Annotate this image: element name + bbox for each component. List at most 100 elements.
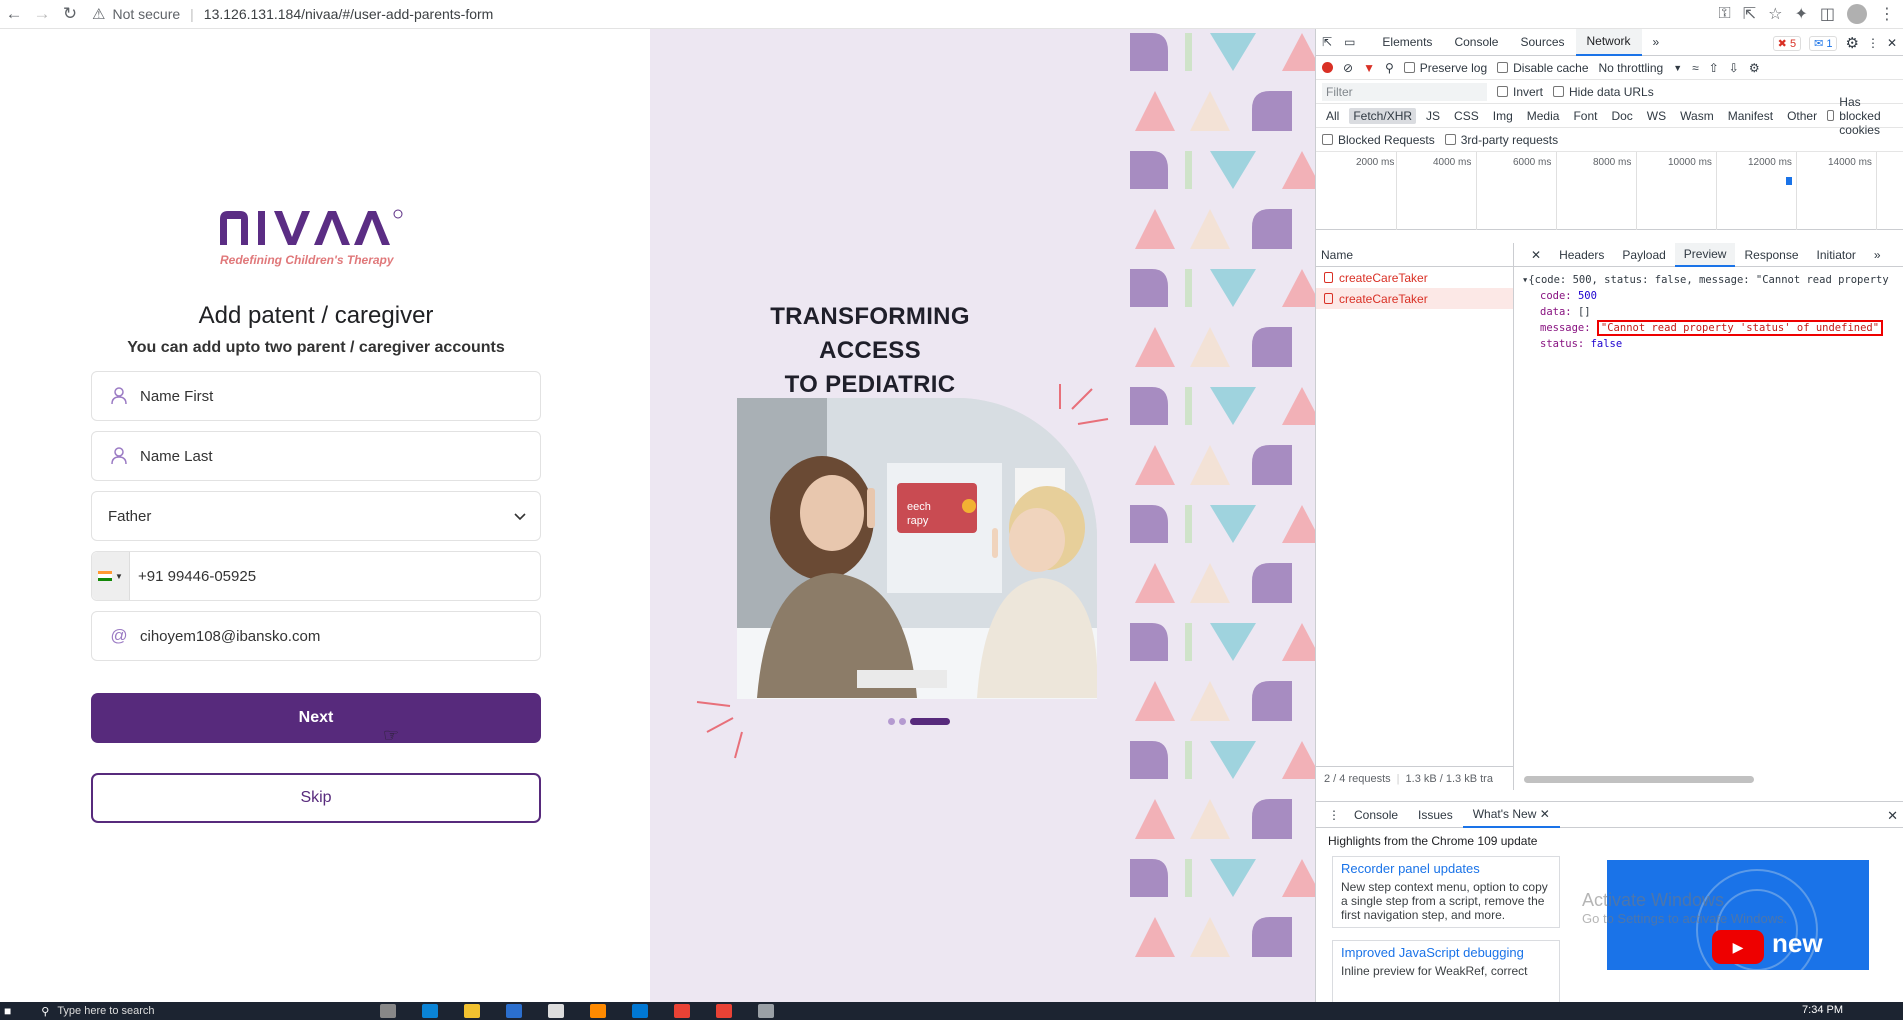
blocked-cookies-checkbox[interactable]: Has blocked cookies: [1827, 95, 1903, 137]
carousel-dot[interactable]: [899, 718, 906, 725]
invert-checkbox[interactable]: Invert: [1497, 85, 1543, 99]
import-icon[interactable]: ⇧: [1709, 61, 1719, 75]
error-count-badge[interactable]: ✖ 5: [1772, 35, 1802, 51]
type-manifest[interactable]: Manifest: [1724, 108, 1777, 124]
tab-headers[interactable]: Headers: [1550, 243, 1613, 267]
country-code-select[interactable]: ▼: [92, 552, 130, 600]
close-drawer-icon[interactable]: ✕: [1887, 808, 1898, 824]
skip-button[interactable]: Skip: [91, 773, 541, 823]
card-title[interactable]: Recorder panel updates: [1341, 862, 1551, 876]
type-css[interactable]: CSS: [1450, 108, 1483, 124]
app-icon-2[interactable]: [758, 1004, 774, 1018]
mail-icon[interactable]: [632, 1004, 648, 1018]
horizontal-scrollbar[interactable]: [1514, 772, 1903, 786]
filter-input[interactable]: Filter: [1322, 82, 1487, 101]
drawer-tab-console[interactable]: Console: [1344, 802, 1408, 828]
extensions-icon[interactable]: ✦: [1794, 4, 1807, 24]
type-all[interactable]: All: [1322, 108, 1343, 124]
third-party-checkbox[interactable]: 3rd-party requests: [1444, 133, 1558, 147]
throttling-select[interactable]: No throttling: [1599, 61, 1664, 75]
type-img[interactable]: Img: [1489, 108, 1517, 124]
phone-input[interactable]: +91 99446-05925: [138, 568, 540, 585]
menu-icon[interactable]: ⋮: [1879, 4, 1895, 24]
profile-avatar[interactable]: [1847, 4, 1867, 24]
more-detail-tabs-icon[interactable]: »: [1865, 243, 1890, 267]
feature-card-recorder[interactable]: Recorder panel updates New step context …: [1332, 856, 1560, 928]
clock[interactable]: 7:34 PM: [1802, 1004, 1843, 1016]
address-bar[interactable]: ⚠ Not secure | 13.126.131.184/nivaa/#/us…: [92, 3, 493, 25]
more-tabs-icon[interactable]: »: [1642, 29, 1671, 56]
task-view-icon[interactable]: [380, 1004, 396, 1018]
card-title[interactable]: Improved JavaScript debugging: [1341, 946, 1551, 960]
last-name-input[interactable]: Name Last: [140, 448, 540, 465]
settings-gear-icon[interactable]: ⚙: [1845, 34, 1858, 52]
message-count-badge[interactable]: ✉ 1: [1809, 35, 1838, 51]
type-ws[interactable]: WS: [1643, 108, 1670, 124]
forward-icon[interactable]: →: [28, 0, 56, 28]
type-media[interactable]: Media: [1523, 108, 1564, 124]
email-field[interactable]: @ cihoyem108@ibansko.com: [91, 611, 541, 661]
disable-cache-checkbox[interactable]: Disable cache: [1497, 61, 1589, 75]
filter-icon[interactable]: ▼: [1363, 61, 1375, 75]
bookmark-star-icon[interactable]: ☆: [1768, 4, 1782, 24]
export-icon[interactable]: ⇩: [1729, 61, 1739, 75]
preserve-log-checkbox[interactable]: Preserve log: [1403, 61, 1487, 75]
type-js[interactable]: JS: [1422, 108, 1444, 124]
request-row-selected[interactable]: createCareTaker: [1316, 288, 1513, 309]
type-font[interactable]: Font: [1569, 108, 1601, 124]
hide-data-urls-checkbox[interactable]: Hide data URLs: [1553, 85, 1654, 99]
tab-payload[interactable]: Payload: [1613, 243, 1674, 267]
network-timeline[interactable]: 2000 ms 4000 ms 6000 ms 8000 ms 10000 ms…: [1316, 152, 1903, 230]
more-options-icon[interactable]: ⋮: [1867, 36, 1879, 50]
windows-start-icon[interactable]: ■: [4, 1004, 11, 1018]
type-other[interactable]: Other: [1783, 108, 1821, 124]
key-icon[interactable]: ⚿: [1719, 5, 1731, 23]
dropdown-icon[interactable]: ▼: [1673, 63, 1682, 73]
carousel-dot[interactable]: [888, 718, 895, 725]
app-icon[interactable]: [590, 1004, 606, 1018]
wifi-icon[interactable]: ≈: [1692, 61, 1699, 75]
search-icon[interactable]: ⚲: [41, 1005, 49, 1018]
tab-sources[interactable]: Sources: [1509, 29, 1575, 56]
feature-card-debugging[interactable]: Improved JavaScript debugging Inline pre…: [1332, 940, 1560, 1010]
tab-elements[interactable]: Elements: [1371, 29, 1443, 56]
blocked-requests-checkbox[interactable]: Blocked Requests: [1322, 133, 1435, 147]
chrome-active-icon[interactable]: [716, 1004, 732, 1018]
name-column-header[interactable]: Name: [1316, 243, 1513, 267]
notepad-icon[interactable]: [548, 1004, 564, 1018]
url-text[interactable]: 13.126.131.184/nivaa/#/user-add-parents-…: [204, 6, 494, 22]
type-wasm[interactable]: Wasm: [1676, 108, 1718, 124]
drawer-tab-whats-new[interactable]: What's New ✕: [1462, 802, 1560, 828]
chrome-icon[interactable]: [674, 1004, 690, 1018]
first-name-input[interactable]: Name First: [140, 388, 540, 405]
tab-response[interactable]: Response: [1735, 243, 1807, 267]
tab-console[interactable]: Console: [1443, 29, 1509, 56]
close-detail-icon[interactable]: ✕: [1522, 243, 1550, 267]
carousel-dot-active[interactable]: [910, 718, 950, 725]
sidepanel-icon[interactable]: ◫: [1820, 4, 1835, 24]
file-explorer-icon[interactable]: [464, 1004, 480, 1018]
json-summary-row[interactable]: ▾{code: 500, status: false, message: "Ca…: [1522, 272, 1903, 288]
edge-icon[interactable]: [422, 1004, 438, 1018]
type-fetch-xhr[interactable]: Fetch/XHR: [1349, 107, 1417, 124]
request-row[interactable]: createCareTaker: [1316, 267, 1513, 288]
tab-preview[interactable]: Preview: [1674, 242, 1736, 267]
device-toggle-icon[interactable]: ▭: [1338, 29, 1361, 56]
phone-field[interactable]: ▼ +91 99446-05925: [91, 551, 541, 601]
first-name-field[interactable]: Name First: [91, 371, 541, 421]
share-icon[interactable]: ⇱: [1743, 4, 1756, 24]
last-name-field[interactable]: Name Last: [91, 431, 541, 481]
network-settings-icon[interactable]: ⚙: [1749, 61, 1760, 75]
back-icon[interactable]: ←: [0, 0, 28, 28]
carousel-dots[interactable]: [888, 718, 950, 725]
email-input[interactable]: cihoyem108@ibansko.com: [140, 628, 540, 645]
drawer-menu-icon[interactable]: ⋮: [1324, 802, 1344, 828]
relation-select[interactable]: Father: [91, 491, 541, 541]
tab-initiator[interactable]: Initiator: [1808, 243, 1865, 267]
reload-icon[interactable]: ↻: [56, 0, 84, 28]
tab-network[interactable]: Network: [1575, 28, 1642, 56]
taskbar-search-input[interactable]: Type here to search: [57, 1005, 154, 1017]
inspect-icon[interactable]: ⇱: [1316, 29, 1338, 56]
type-doc[interactable]: Doc: [1607, 108, 1636, 124]
drawer-tab-issues[interactable]: Issues: [1408, 802, 1463, 828]
